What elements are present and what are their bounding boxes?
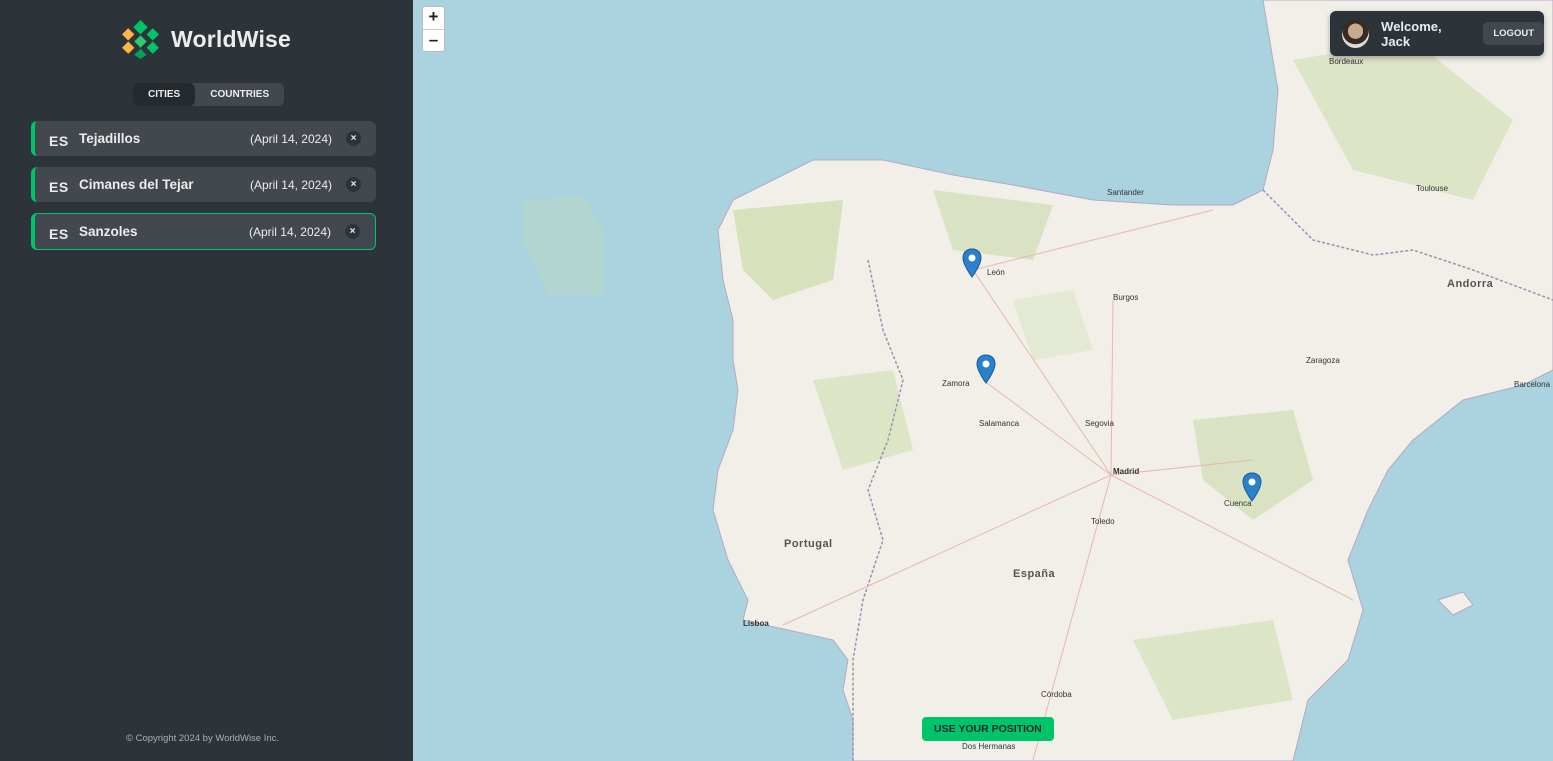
map-label-toulouse: Toulouse [1416, 184, 1449, 193]
map-label-burgos: Burgos [1113, 293, 1139, 302]
city-item[interactable]: ES Cimanes del Tejar (April 14, 2024) × [31, 167, 376, 202]
delete-city-button[interactable]: × [346, 177, 361, 192]
city-date: (April 14, 2024) [248, 224, 331, 239]
view-tabs: CITIES COUNTRIES [133, 83, 285, 106]
welcome-text: Welcome, Jack [1381, 18, 1442, 49]
map-label-espana: España [1013, 568, 1056, 580]
delete-city-button[interactable]: × [345, 224, 360, 239]
city-name: Sanzoles [79, 224, 138, 239]
user-panel: Welcome, Jack LOGOUT [1330, 11, 1544, 56]
map-label-portugal: Portugal [784, 538, 833, 550]
tab-cities[interactable]: CITIES [133, 83, 196, 106]
map-marker-icon[interactable] [1242, 472, 1262, 502]
map-label-salamanca: Salamanca [979, 419, 1020, 428]
city-name: Tejadillos [79, 131, 141, 146]
map-label-santander: Santander [1107, 188, 1144, 197]
delete-city-button[interactable]: × [346, 131, 361, 146]
map-marker-icon[interactable] [976, 354, 996, 384]
map-label-segovia: Segovia [1085, 419, 1114, 428]
map-label-zaragoza: Zaragoza [1306, 356, 1340, 365]
map-marker-icon[interactable] [962, 248, 982, 278]
app-name: WorldWise [171, 26, 292, 52]
country-code: ES [49, 225, 69, 242]
logout-button[interactable]: LOGOUT [1483, 22, 1544, 45]
logo-globe-icon [121, 20, 160, 59]
map-label-cordoba: Córdoba [1041, 690, 1072, 699]
logo[interactable]: WorldWise [120, 19, 291, 60]
country-code: ES [49, 132, 69, 149]
country-code: ES [49, 178, 69, 195]
map-label-bordeaux: Bordeaux [1329, 57, 1364, 66]
zoom-in-button[interactable]: + [423, 7, 444, 29]
map-label-dos-hermanas: Dos Hermanas [962, 742, 1016, 751]
city-item-active[interactable]: ES Sanzoles (April 14, 2024) × [31, 213, 376, 250]
use-position-button[interactable]: USE YOUR POSITION [922, 717, 1054, 741]
zoom-control: + – [422, 6, 445, 52]
copyright: © Copyright 2024 by WorldWise Inc. [125, 733, 280, 744]
map-label-barcelona: Barcelona [1514, 380, 1551, 389]
map-label-madrid: Madrid [1113, 467, 1140, 476]
map-label-andorra: Andorra [1447, 278, 1494, 290]
map[interactable]: + – Portugal España Andorra Madrid Lisbo… [413, 0, 1553, 761]
city-name: Cimanes del Tejar [79, 177, 194, 192]
map-label-leon: León [987, 268, 1005, 277]
sidebar: WorldWise CITIES COUNTRIES ES Tejadillos… [0, 0, 413, 761]
tab-countries[interactable]: COUNTRIES [195, 83, 284, 106]
zoom-out-button[interactable]: – [423, 29, 444, 51]
city-date: (April 14, 2024) [249, 177, 332, 192]
map-label-toledo: Toledo [1091, 517, 1115, 526]
map-label-lisboa: Lisboa [743, 619, 769, 628]
city-date: (April 14, 2024) [249, 131, 332, 146]
city-item[interactable]: ES Tejadillos (April 14, 2024) × [31, 121, 376, 156]
map-label-zamora: Zamora [942, 379, 970, 388]
city-list: ES Tejadillos (April 14, 2024) × ES Cima… [31, 121, 376, 261]
avatar [1342, 19, 1370, 48]
